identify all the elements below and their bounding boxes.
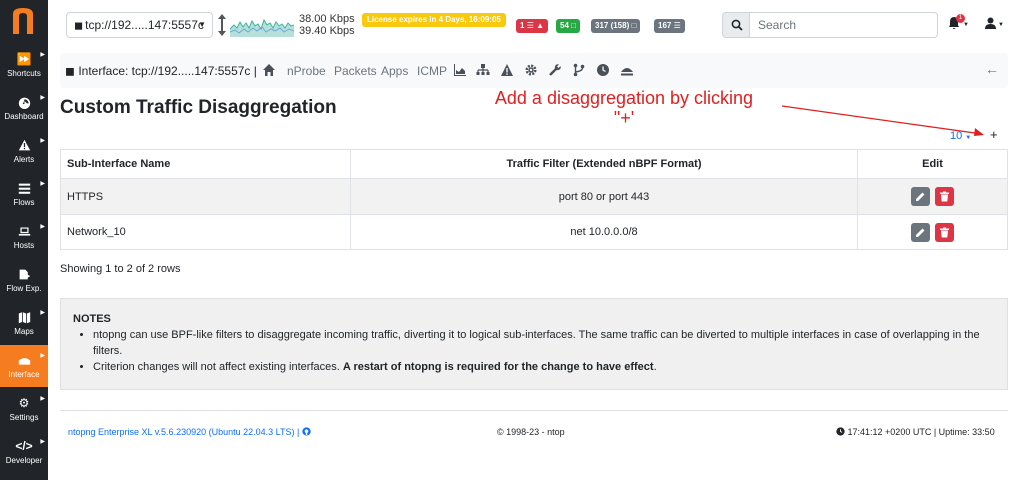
caret-down-icon: ▼ [965,135,972,141]
eject-icon[interactable] [620,63,634,77]
table-header-row: Sub-Interface Name Traffic Filter (Exten… [60,149,1008,179]
caret-right-icon: ▶ [40,353,45,359]
flows-badge[interactable]: 167 ☰ [654,19,685,33]
interface-nav-bar: ◼ Interface: tcp://192.....147:5557c | n… [60,53,1008,88]
column-header-traffic-filter[interactable]: Traffic Filter (Extended nBPF Format) [350,149,858,179]
sidebar-item-maps[interactable]: Maps ▶ [0,302,48,344]
traffic-filter-cell: net 10.0.0.0/8 [350,214,858,250]
caret-right-icon: ▶ [40,310,45,316]
hosts-badge[interactable]: 54 □ [556,19,580,33]
search-icon [731,19,743,31]
back-arrow-icon[interactable]: ← [985,61,999,77]
sidebar-item-hosts[interactable]: Hosts ▶ [0,216,48,258]
user-icon[interactable] [985,17,996,29]
sub-interface-name-cell: Network_10 [60,214,351,250]
table-row: Network_10 net 10.0.0.0/8 [60,214,1008,250]
sidebar-item-developer[interactable]: </> Developer ▶ [0,431,48,473]
annotation-callout: Add a disaggregation by clicking "+' [494,88,754,128]
laptop-icon: □ [571,21,576,30]
sidebar: ⏩ Shortcuts ▶ Dashboard ▶ Alerts ▶ Flows… [0,0,48,480]
column-header-sub-interface[interactable]: Sub-Interface Name [60,149,351,179]
nav-link-apps[interactable]: Apps [381,64,408,78]
clock-icon [836,427,845,436]
throughput-readout: 38.00 Kbps 39.40 Kbps [299,13,355,37]
gear-icon[interactable] [524,63,538,77]
devices-badge[interactable]: 317 (158) □ [591,19,641,33]
trash-icon [940,191,950,202]
edit-icon [915,192,925,201]
edit-button[interactable] [910,187,930,206]
copyright: © 1998-23 - ntop [497,427,565,437]
caret-right-icon: ▶ [40,396,45,402]
nav-link-nprobe[interactable]: nProbe [287,64,326,78]
delete-button[interactable] [935,222,955,242]
delete-button[interactable] [935,187,955,206]
interface-title: ◼ Interface: tcp://192.....147:5557c | [65,64,257,78]
page-size-select[interactable]: 10 ▼ [950,130,971,142]
caret-right-icon: ▶ [40,52,45,58]
add-disaggregation-button[interactable]: + [990,127,998,142]
clock-icon[interactable] [596,63,610,77]
clock-status: 17:41:12 +0200 UTC | Uptime: 33:50 [836,427,995,437]
caret-right-icon: ▶ [40,138,45,144]
footer-divider [60,410,1008,411]
caret-down-icon: ▼ [963,22,969,28]
caret-down-icon: ▼ [998,22,1004,28]
notes-panel: NOTES ntopng can use BPF-like filters to… [60,298,1008,390]
nav-link-icmp[interactable]: ICMP [417,64,447,78]
github-icon[interactable] [302,427,311,436]
laptop-icon: □ [631,21,637,30]
traffic-sparkline[interactable] [230,13,294,37]
search-input[interactable] [749,12,938,38]
column-header-edit: Edit [857,149,1008,179]
edit-cell [857,178,1008,215]
list-icon: ☰ [526,21,534,30]
caret-right-icon: ▶ [40,439,45,445]
disaggregation-table: Sub-Interface Name Traffic Filter (Exten… [60,149,1008,250]
notes-list: ntopng can use BPF-like filters to disag… [93,327,995,375]
notes-title: NOTES [73,313,111,325]
wrench-icon[interactable] [548,63,562,77]
nav-link-packets[interactable]: Packets [334,64,377,78]
note-item: Criterion changes will not affect existi… [93,359,995,375]
network-wired-icon[interactable] [476,63,490,77]
sidebar-item-flow-exp[interactable]: Flow Exp. [0,259,48,301]
version-link[interactable]: ntopng Enterprise XL v.5.6.230920 (Ubunt… [68,427,311,437]
list-icon: ☰ [673,21,681,30]
search-button[interactable] [722,12,750,38]
ntop-logo[interactable] [10,6,36,36]
alerts-badge[interactable]: 1 ☰ ▲ [516,19,549,33]
sidebar-item-flows[interactable]: Flows ▶ [0,173,48,215]
sidebar-item-shortcuts[interactable]: ⏩ Shortcuts ▶ [0,44,48,86]
warning-icon[interactable] [500,63,514,77]
interface-select[interactable]: ◼ tcp://192.....147:5557c ▼ [66,12,213,38]
sidebar-item-alerts[interactable]: Alerts ▶ [0,130,48,172]
home-icon[interactable] [262,63,276,77]
up-down-arrows-icon [218,14,226,36]
caret-right-icon: ▶ [40,224,45,230]
sidebar-item-dashboard[interactable]: Dashboard ▶ [0,87,48,129]
chart-area-icon[interactable] [453,63,467,77]
trash-icon [940,227,950,237]
caret-down-icon: ▼ [198,20,206,29]
table-row: HTTPS port 80 or port 443 [60,178,1008,215]
export-icon [0,266,48,282]
traffic-filter-cell: port 80 or port 443 [350,178,858,215]
edit-cell [857,214,1008,250]
warning-icon: ▲ [536,21,545,30]
ethernet-icon: ◼ [65,64,75,78]
ethernet-icon: ◼ [74,20,84,32]
license-badge[interactable]: License expires in 4 Days, 16:09:05 [362,13,506,27]
edit-icon [915,228,925,237]
code-branch-icon[interactable] [572,63,586,77]
sub-interface-name-cell: HTTPS [60,178,351,215]
caret-right-icon: ▶ [40,95,45,101]
caret-right-icon: ▶ [40,181,45,187]
edit-button[interactable] [910,222,930,242]
sidebar-item-interface[interactable]: Interface ▶ [0,345,48,387]
sidebar-item-settings[interactable]: ⚙ Settings ▶ [0,388,48,430]
note-item: ntopng can use BPF-like filters to disag… [93,327,995,359]
pagination-info: Showing 1 to 2 of 2 rows [60,263,181,275]
page-title: Custom Traffic Disaggregation [60,97,337,118]
